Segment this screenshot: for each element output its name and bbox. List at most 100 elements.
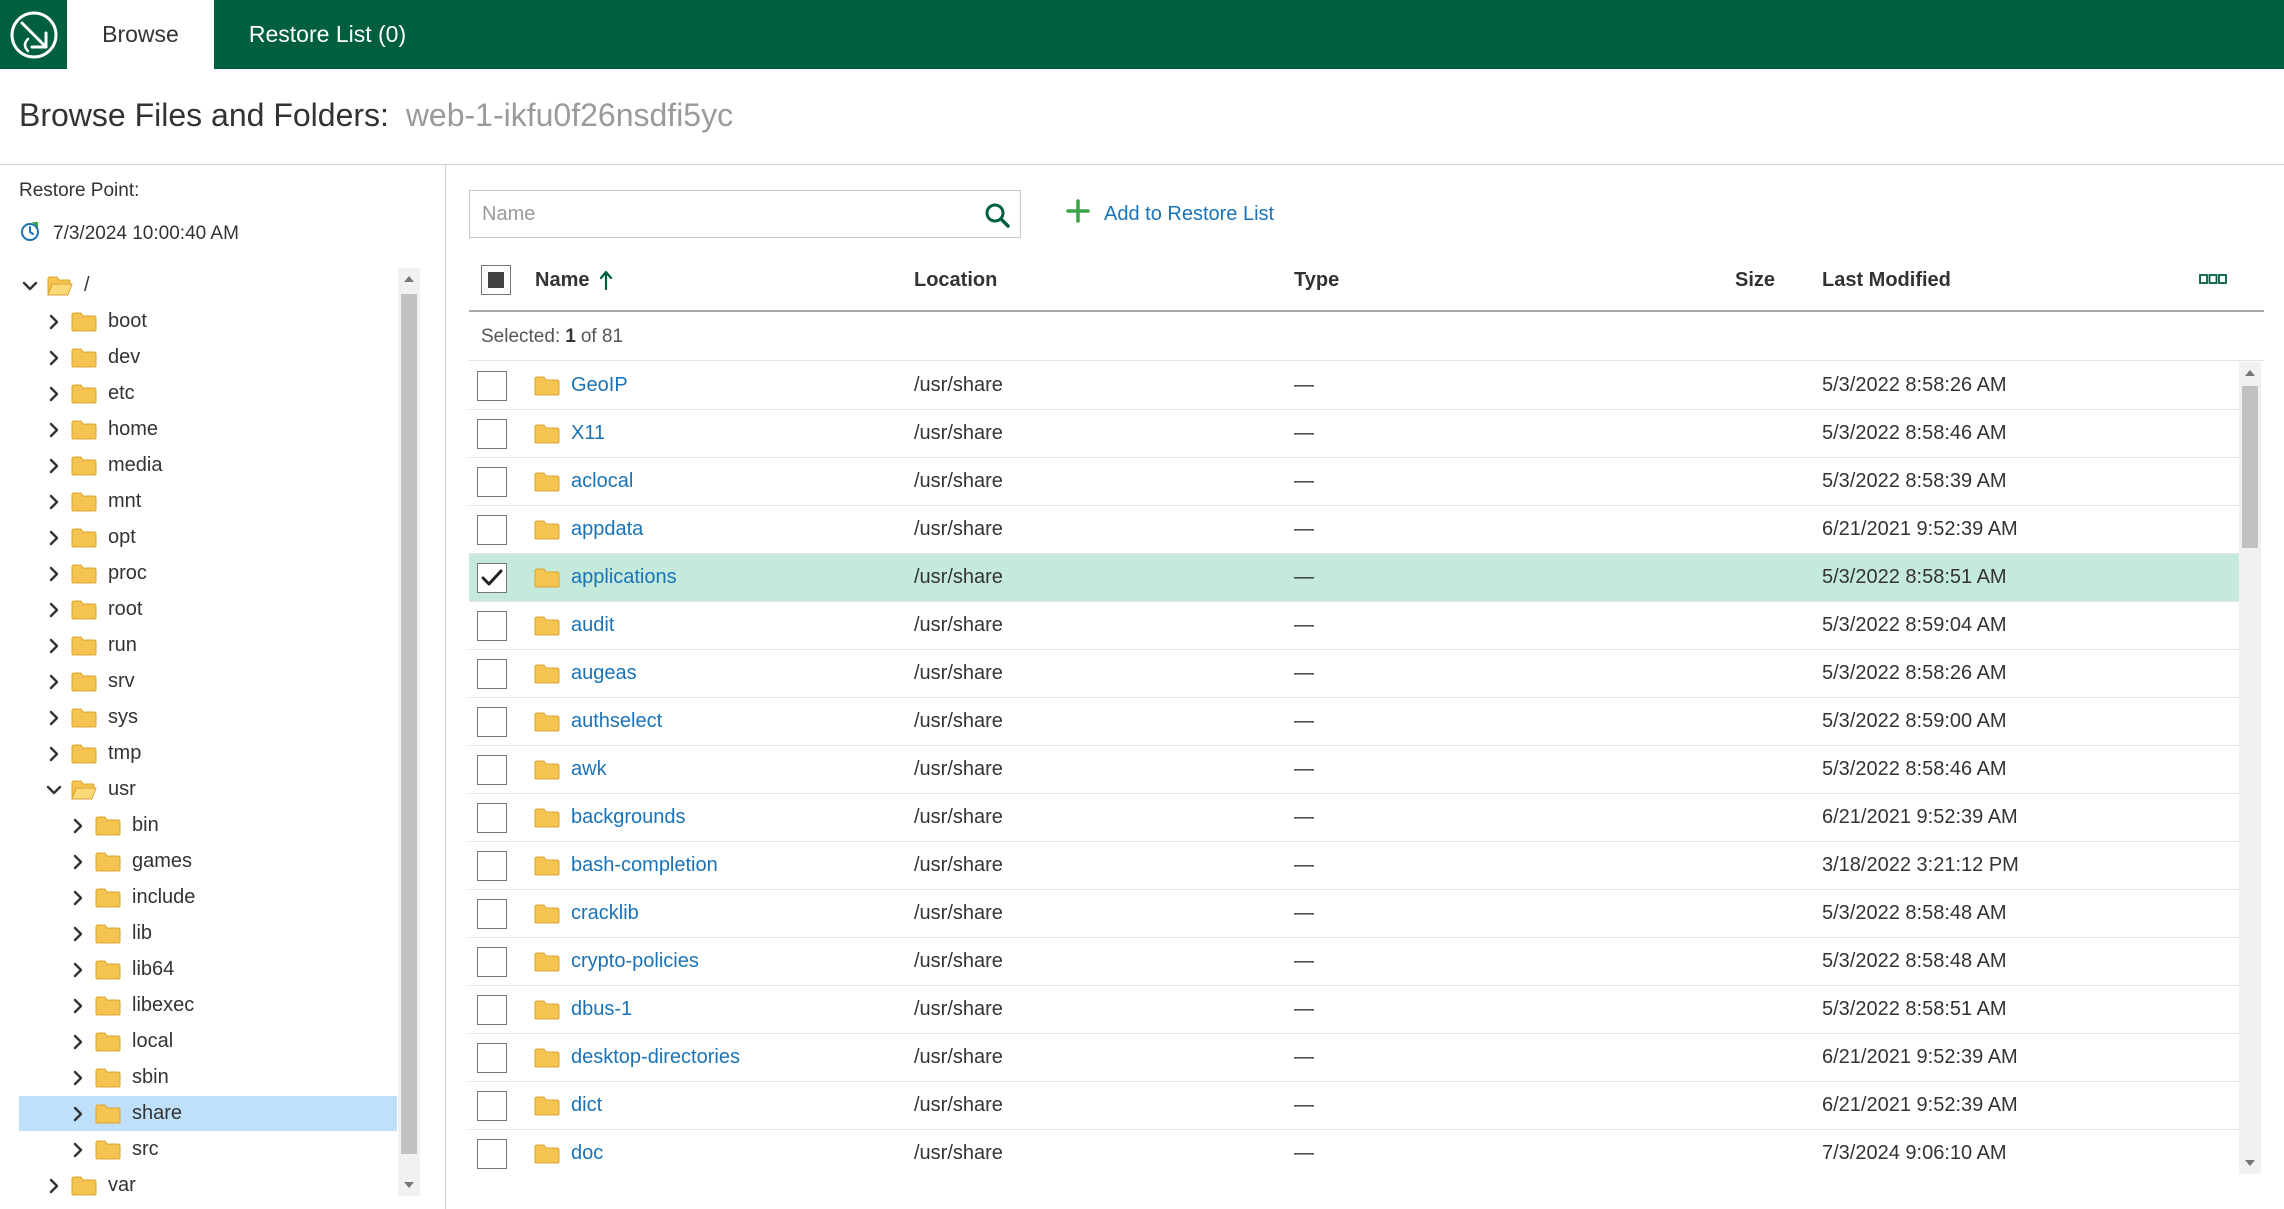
table-row[interactable]: doc/usr/share — 7/3/2024 9:06:10 AM — [469, 1130, 2239, 1174]
table-row[interactable]: augeas/usr/share — 5/3/2022 8:58:26 AM — [469, 650, 2239, 698]
chevron-right-icon[interactable] — [69, 1141, 87, 1159]
tab-browse[interactable]: Browse — [67, 0, 214, 69]
table-row[interactable]: desktop-directories/usr/share — 6/21/2021 … — [469, 1034, 2239, 1082]
tree-item[interactable]: sys — [19, 700, 397, 735]
chevron-right-icon[interactable] — [69, 889, 87, 907]
folder-name-link[interactable]: applications — [571, 566, 677, 589]
select-all-checkbox[interactable] — [481, 265, 511, 295]
tree-item[interactable]: srv — [19, 664, 397, 699]
folder-name-link[interactable]: augeas — [571, 662, 637, 685]
chevron-right-icon[interactable] — [45, 385, 63, 403]
table-row[interactable]: dict/usr/share — 6/21/2021 9:52:39 AM — [469, 1082, 2239, 1130]
folder-name-link[interactable]: crypto-policies — [571, 950, 699, 973]
folder-name-link[interactable]: GeoIP — [571, 374, 628, 397]
chevron-right-icon[interactable] — [45, 457, 63, 475]
tree-item[interactable]: sbin — [19, 1060, 397, 1095]
table-scrollbar-thumb[interactable] — [2242, 386, 2258, 548]
chevron-right-icon[interactable] — [45, 313, 63, 331]
tree-scrollbar[interactable] — [398, 268, 420, 1196]
row-checkbox-cell[interactable] — [477, 458, 507, 505]
column-chooser-icon[interactable] — [2199, 250, 2227, 310]
column-header-location[interactable]: Location — [914, 250, 997, 310]
search-icon[interactable] — [982, 200, 1012, 230]
table-row[interactable]: X11/usr/share — 5/3/2022 8:58:46 AM — [469, 410, 2239, 458]
table-row[interactable]: backgrounds/usr/share — 6/21/2021 9:52:39 … — [469, 794, 2239, 842]
tree-scrollbar-thumb[interactable] — [401, 294, 417, 1154]
tree-item[interactable]: lib64 — [19, 952, 397, 987]
scroll-down-arrow-icon[interactable] — [398, 1174, 420, 1196]
row-checkbox-cell[interactable] — [477, 1082, 507, 1129]
table-row[interactable]: audit/usr/share — 5/3/2022 8:59:04 AM — [469, 602, 2239, 650]
chevron-down-icon[interactable] — [21, 277, 39, 295]
chevron-right-icon[interactable] — [45, 421, 63, 439]
row-checkbox-cell[interactable] — [477, 842, 507, 889]
row-checkbox-cell[interactable] — [477, 938, 507, 985]
folder-name-link[interactable]: awk — [571, 758, 607, 781]
row-checkbox[interactable] — [477, 898, 507, 929]
tree-item[interactable]: usr — [19, 772, 397, 807]
add-to-restore-list-button[interactable]: Add to Restore List — [1066, 199, 1274, 229]
row-checkbox[interactable] — [477, 994, 507, 1025]
row-checkbox[interactable] — [477, 754, 507, 785]
row-checkbox[interactable] — [477, 370, 507, 401]
scroll-up-arrow-icon[interactable] — [2239, 362, 2261, 384]
row-checkbox-cell[interactable] — [477, 890, 507, 937]
chevron-right-icon[interactable] — [69, 1105, 87, 1123]
chevron-down-icon[interactable] — [45, 781, 63, 799]
table-row[interactable]: dbus-1/usr/share — 5/3/2022 8:58:51 AM — [469, 986, 2239, 1034]
folder-name-link[interactable]: doc — [571, 1142, 603, 1165]
tree-item[interactable]: games — [19, 844, 397, 879]
row-checkbox-cell[interactable] — [477, 1034, 507, 1081]
chevron-right-icon[interactable] — [45, 709, 63, 727]
table-row[interactable]: GeoIP/usr/share — 5/3/2022 8:58:26 AM — [469, 362, 2239, 410]
row-checkbox[interactable] — [477, 1138, 507, 1169]
tree-item[interactable]: opt — [19, 520, 397, 555]
column-header-name[interactable]: Name — [535, 250, 613, 310]
row-checkbox[interactable] — [477, 466, 507, 497]
tree-item[interactable]: share — [19, 1096, 397, 1131]
row-checkbox-cell[interactable] — [477, 746, 507, 793]
column-header-last-modified[interactable]: Last Modified — [1822, 250, 1951, 310]
table-row[interactable]: bash-completion/usr/share — 3/18/2022 3:21… — [469, 842, 2239, 890]
table-row[interactable]: authselect/usr/share — 5/3/2022 8:59:00 AM — [469, 698, 2239, 746]
folder-name-link[interactable]: authselect — [571, 710, 662, 733]
row-checkbox-cell[interactable] — [477, 554, 507, 601]
table-row[interactable]: cracklib/usr/share — 5/3/2022 8:58:48 AM — [469, 890, 2239, 938]
chevron-right-icon[interactable] — [45, 673, 63, 691]
tree-item[interactable]: libexec — [19, 988, 397, 1023]
select-all-checkbox-cell[interactable] — [481, 250, 511, 310]
folder-name-link[interactable]: X11 — [571, 422, 605, 445]
chevron-right-icon[interactable] — [69, 1069, 87, 1087]
chevron-right-icon[interactable] — [69, 961, 87, 979]
chevron-right-icon[interactable] — [45, 1177, 63, 1195]
tree-item[interactable]: mnt — [19, 484, 397, 519]
tree-item[interactable]: lib — [19, 916, 397, 951]
chevron-right-icon[interactable] — [69, 1033, 87, 1051]
tree-item[interactable]: etc — [19, 376, 397, 411]
row-checkbox[interactable] — [477, 1090, 507, 1121]
tree-item[interactable]: home — [19, 412, 397, 447]
tree-item[interactable]: include — [19, 880, 397, 915]
row-checkbox-cell[interactable] — [477, 410, 507, 457]
chevron-right-icon[interactable] — [45, 601, 63, 619]
chevron-right-icon[interactable] — [69, 853, 87, 871]
folder-name-link[interactable]: appdata — [571, 518, 643, 541]
search-field[interactable] — [469, 190, 1021, 238]
tree-item[interactable]: local — [19, 1024, 397, 1059]
tree-item[interactable]: bin — [19, 808, 397, 843]
tree-item[interactable]: root — [19, 592, 397, 627]
scroll-down-arrow-icon[interactable] — [2239, 1152, 2261, 1174]
chevron-right-icon[interactable] — [45, 637, 63, 655]
column-header-type[interactable]: Type — [1294, 250, 1339, 310]
tree-item[interactable]: dev — [19, 340, 397, 375]
search-input[interactable] — [470, 191, 960, 237]
chevron-right-icon[interactable] — [45, 565, 63, 583]
table-row[interactable]: applications/usr/share — 5/3/2022 8:58:51 … — [469, 554, 2239, 602]
chevron-right-icon[interactable] — [45, 349, 63, 367]
tree-item[interactable]: / — [19, 268, 397, 303]
chevron-right-icon[interactable] — [45, 745, 63, 763]
table-row[interactable]: awk/usr/share — 5/3/2022 8:58:46 AM — [469, 746, 2239, 794]
restore-point-selector[interactable]: 7/3/2024 10:00:40 AM — [19, 220, 239, 248]
tree-item[interactable]: run — [19, 628, 397, 663]
tree-item[interactable]: src — [19, 1132, 397, 1167]
